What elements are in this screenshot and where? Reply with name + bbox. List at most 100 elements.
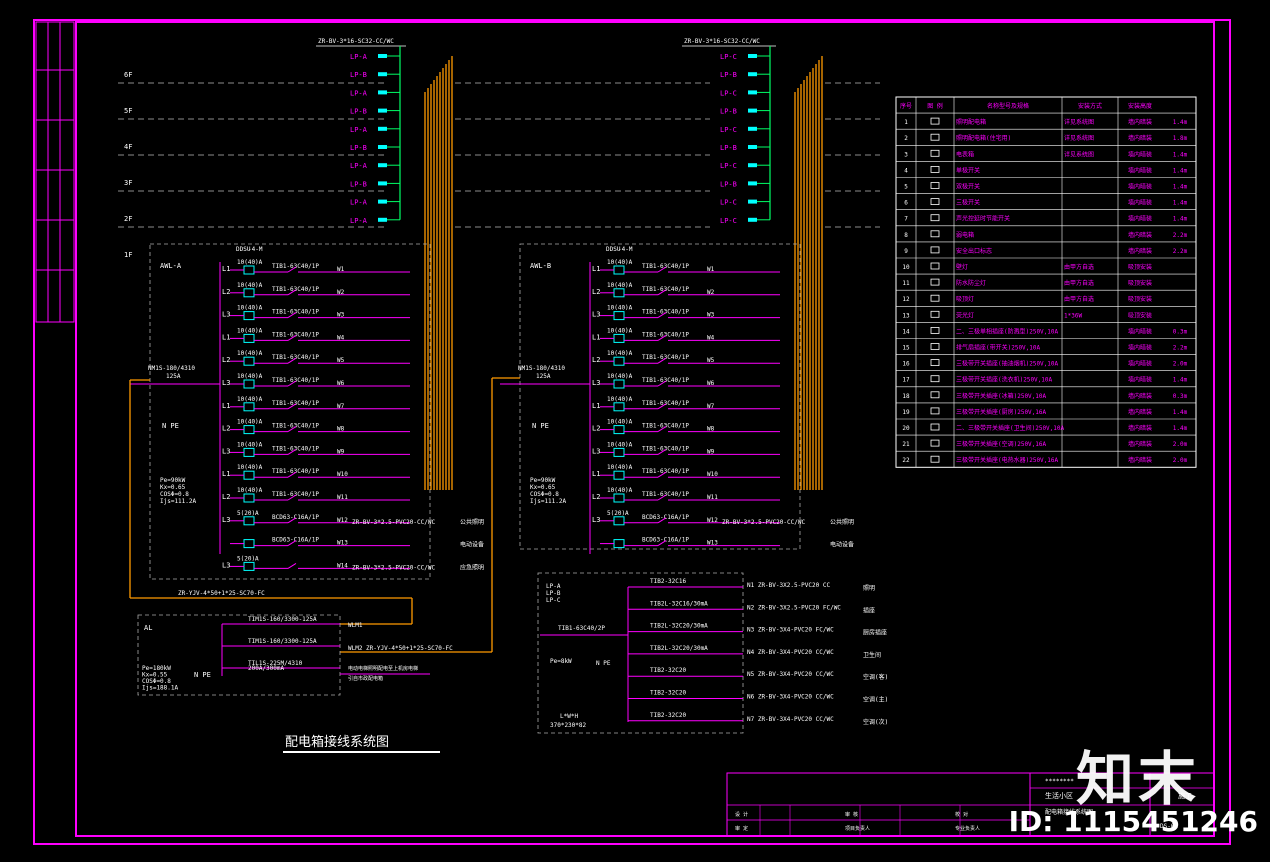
circuit-phase: L2: [222, 493, 230, 501]
meter-icon: [243, 265, 255, 275]
main-rating: 125A: [166, 373, 181, 380]
pe-label: N PE: [532, 422, 549, 430]
circuit-breaker: TIB1-63C40/1P: [642, 354, 689, 361]
legend-num: 1: [904, 119, 908, 126]
circuit-phase: L1: [592, 470, 600, 478]
panel-awl-b: AWL-BDDSU-4-ML110(40)ATIB1-63C40/1P W1L21…: [340, 243, 854, 653]
legend-spec: 详见系统图: [1064, 150, 1094, 158]
circuit-out: W1: [337, 266, 345, 273]
circuit-out: W1: [707, 266, 715, 273]
legend-num: 19: [902, 409, 910, 416]
circuit-out: W2: [707, 289, 715, 296]
legend-height: 2.0m: [1173, 361, 1188, 368]
legend-height: 1.4m: [1173, 409, 1188, 416]
legend-symbol: [930, 262, 940, 270]
circuit-out: W9: [337, 448, 345, 455]
lp-terminal: [378, 199, 387, 204]
circuit-phase: L3: [222, 447, 230, 455]
lp-label: LP-A: [350, 53, 368, 61]
tb-label: 专业负责人: [955, 825, 980, 832]
panel-param: Kx=0.65: [160, 484, 186, 491]
lp-terminal: [378, 181, 387, 186]
household-use: 照明: [863, 585, 875, 592]
legend-num: 15: [902, 345, 910, 352]
panel-al-name: AL: [144, 624, 152, 632]
circuit-phase: L2: [592, 493, 600, 501]
circuit-out: W10: [337, 471, 348, 478]
panel-household: LP-ALP-BLP-C TIB1-63C40/2P Pe=8kW N PE L*W*H…: [537, 572, 888, 734]
panel-border: [149, 243, 431, 580]
circuit-meter: 10(40)A: [237, 282, 263, 289]
circuit-meter: 10(40)A: [237, 373, 263, 380]
household-out: N2 ZR-BV-3X2.5-PVC20 FC/WC: [747, 604, 841, 611]
lp-label: LP-C: [720, 89, 737, 97]
legend-spec: 由甲方自选: [1064, 279, 1094, 287]
legend-mount: 墙内暗装: [1128, 150, 1152, 158]
household-breaker: TIB2L-32C16/30mA: [650, 600, 708, 607]
legend-symbol: [930, 149, 940, 157]
legend-height: 0.3m: [1173, 328, 1188, 335]
al-out: WLM1: [348, 622, 363, 629]
legend-mount: 吸顶安装: [1128, 279, 1152, 287]
circuit-phase: L1: [222, 470, 230, 478]
legend-mount: 墙内暗装: [1128, 344, 1152, 352]
legend-height: 2.0m: [1173, 457, 1188, 464]
household-use: 空调(次): [863, 718, 888, 726]
circuit-cable: ZR-BV-3*2.5-PVC20-CC/WC: [352, 519, 435, 526]
circuit-meter: 10(40)A: [607, 259, 633, 266]
legend-symbol: [930, 407, 940, 415]
circuit-phase: L3: [222, 379, 230, 387]
circuit-meter: 10(40)A: [607, 327, 633, 334]
meter-icon: [613, 493, 625, 503]
legend-symbol: [930, 198, 940, 206]
legend-height: 2.0m: [1173, 441, 1188, 448]
floor-label: 5F: [124, 107, 132, 115]
household-breaker: TIB2-32C20: [650, 690, 687, 697]
circuit-out: W13: [337, 540, 348, 547]
lp-label: LP-B: [350, 180, 367, 188]
panel-name: AWL-B: [530, 262, 551, 270]
circuit-meter: 10(40)A: [607, 396, 633, 403]
legend-name: 照明配电箱(住宅用): [956, 134, 1011, 142]
legend-height: 1.4m: [1173, 151, 1188, 158]
circuit-out: W5: [337, 357, 345, 364]
legend-spec: 详见系统图: [1064, 118, 1094, 126]
circuit-breaker: TIB1-63C40/1P: [272, 331, 319, 338]
circuit-out: W13: [707, 540, 718, 547]
household-use: 插座: [863, 606, 875, 614]
legend-mount: 墙内暗装: [1128, 166, 1152, 174]
household-size: L*W*H: [560, 713, 578, 720]
circuit-phase: L3: [222, 516, 230, 524]
tb-company: ********: [1045, 778, 1074, 785]
household-lp: LP-B: [546, 590, 561, 597]
lp-terminal: [378, 126, 387, 131]
circuit-use: 应急照明: [460, 563, 484, 571]
legend-num: 22: [902, 457, 910, 464]
lp-label: LP-A: [350, 199, 368, 207]
lp-terminal: [748, 72, 757, 77]
lp-label: LP-C: [720, 199, 737, 207]
circuit-out: W5: [707, 357, 715, 364]
legend-spec: 1*36W: [1064, 312, 1082, 319]
lp-terminal: [378, 145, 387, 149]
legend-name: 三极带开关插座(电热水器)250V,16A: [956, 456, 1059, 464]
legend-height: 1.4m: [1173, 377, 1188, 384]
lp-terminal: [748, 181, 757, 186]
legend-num: 14: [902, 328, 910, 335]
circuit-breaker: TIB1-63C40/1P: [642, 263, 689, 270]
legend-name: 防水防尘灯: [956, 279, 986, 287]
circuit-out: W6: [707, 380, 715, 387]
legend-name: 声光控延时节能开关: [956, 215, 1010, 223]
legend-mount: 墙内暗装: [1128, 134, 1152, 142]
circuit-breaker: TIB1-63C40/1P: [642, 423, 689, 430]
panel-al: AL TIM1S-160/3300-125A TIM1S-160/3300-125A…: [137, 614, 453, 696]
legend-num: 8: [904, 232, 908, 239]
legend-num: 6: [904, 200, 908, 207]
panel-top-device-suffix: -4-M: [618, 246, 633, 253]
circuit-meter: 10(40)A: [607, 350, 633, 357]
circuit-out: W8: [337, 426, 345, 433]
circuit-out: W7: [337, 403, 345, 410]
circuit-meter: 5(20)A: [607, 510, 629, 517]
floor-label: 4F: [124, 143, 132, 151]
meter-icon: [243, 356, 255, 366]
